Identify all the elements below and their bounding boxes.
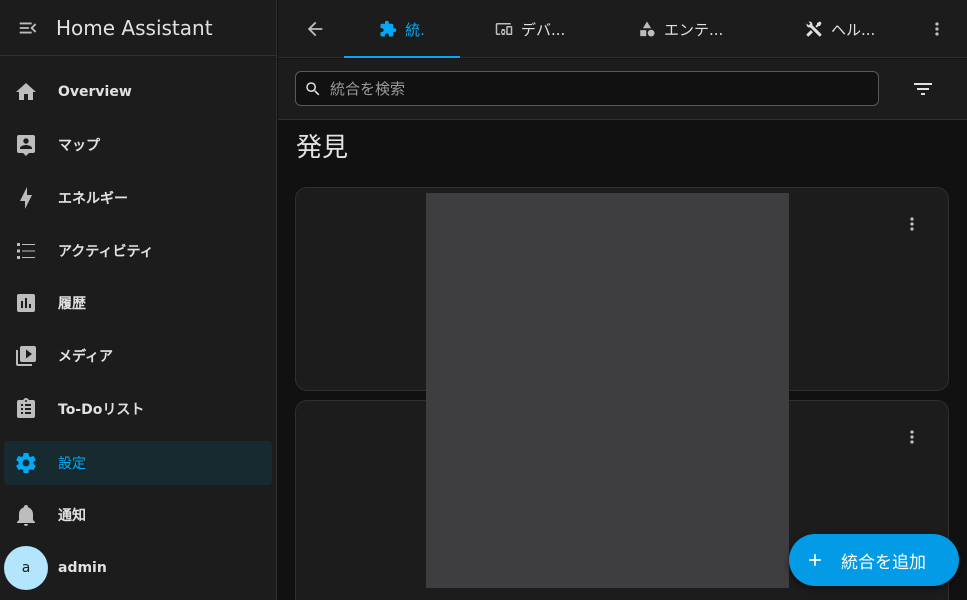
sidebar-item-media[interactable]: メディア <box>4 334 272 378</box>
play-box-multiple-icon <box>16 346 36 366</box>
tab-label: ヘル... <box>831 20 876 39</box>
dots-vertical-icon <box>935 22 939 36</box>
sidebar-item-map[interactable]: マップ <box>4 123 272 167</box>
sidebar-item-label: メディア <box>58 349 114 365</box>
sidebar-item-label: 通知 <box>58 508 86 524</box>
home-icon <box>16 83 36 100</box>
sidebar: Home Assistant Overview マップ エネルギー アクティビテ… <box>0 0 277 600</box>
tab-helpers[interactable]: ヘル... <box>805 0 875 58</box>
search-toolbar <box>278 59 967 120</box>
sidebar-item-label: アクティビティ <box>58 244 154 260</box>
arrow-left-icon <box>307 21 323 37</box>
dots-vertical-icon <box>910 217 914 231</box>
sidebar-item-label: Overview <box>58 84 132 100</box>
add-integration-button[interactable]: 統合を追加 <box>789 534 959 586</box>
gear-icon <box>16 453 36 473</box>
top-bar: 統. デバ... エンテ... ヘル... <box>278 0 967 58</box>
tab-label: 統. <box>405 20 425 39</box>
filter-button[interactable] <box>911 77 935 101</box>
sidebar-item-user[interactable]: a admin <box>4 546 272 590</box>
main-content: 発見 <box>278 121 967 600</box>
page-title: 発見 <box>296 133 349 163</box>
tab-integrations[interactable]: 統. <box>344 0 460 58</box>
shapes-icon <box>640 21 655 37</box>
sidebar-item-label: 履歴 <box>58 296 86 312</box>
tab-devices[interactable]: デバ... <box>495 0 565 58</box>
filter-variant-icon <box>914 83 932 95</box>
tab-entities[interactable]: エンテ... <box>638 0 723 58</box>
image-placeholder <box>426 193 789 588</box>
sidebar-item-label: To-Doリスト <box>58 402 145 418</box>
avatar: a <box>4 546 48 590</box>
plus-icon <box>809 554 821 566</box>
sidebar-item-activity[interactable]: アクティビティ <box>4 229 272 273</box>
search-icon <box>306 81 320 95</box>
overflow-menu-button[interactable] <box>925 14 949 44</box>
clipboard-list-icon <box>17 398 35 418</box>
sidebar-item-label: 設定 <box>58 456 86 472</box>
back-button[interactable] <box>298 12 332 46</box>
user-name: admin <box>58 560 107 576</box>
sidebar-item-history[interactable]: 履歴 <box>4 281 272 325</box>
sidebar-item-todo[interactable]: To-Doリスト <box>4 387 272 431</box>
app-title: Home Assistant <box>56 15 213 40</box>
sidebar-item-notifications[interactable]: 通知 <box>4 493 272 537</box>
dots-vertical-icon <box>910 430 914 444</box>
card-menu-button[interactable] <box>902 212 922 236</box>
search-input[interactable] <box>330 79 850 98</box>
card-menu-button[interactable] <box>902 425 922 449</box>
lightning-icon <box>20 187 32 209</box>
sidebar-item-label: エネルギー <box>58 191 128 207</box>
map-account-icon <box>17 135 35 156</box>
puzzle-icon <box>380 20 397 37</box>
format-list-icon <box>17 243 35 259</box>
menu-toggle-button[interactable] <box>0 0 56 56</box>
search-box[interactable] <box>295 71 879 106</box>
bell-icon <box>17 505 35 526</box>
sidebar-item-energy[interactable]: エネルギー <box>4 176 272 220</box>
sidebar-item-settings[interactable]: 設定 <box>4 441 272 485</box>
tab-label: エンテ... <box>664 20 724 39</box>
tools-icon <box>806 21 822 37</box>
sidebar-header: Home Assistant <box>0 0 276 56</box>
menu-open-icon <box>19 22 37 33</box>
chart-box-icon <box>17 294 35 312</box>
tab-label: デバ... <box>521 20 566 39</box>
sidebar-item-overview[interactable]: Overview <box>4 70 272 114</box>
devices-icon <box>495 23 513 35</box>
sidebar-item-label: マップ <box>58 138 100 154</box>
fab-label: 統合を追加 <box>841 552 926 573</box>
